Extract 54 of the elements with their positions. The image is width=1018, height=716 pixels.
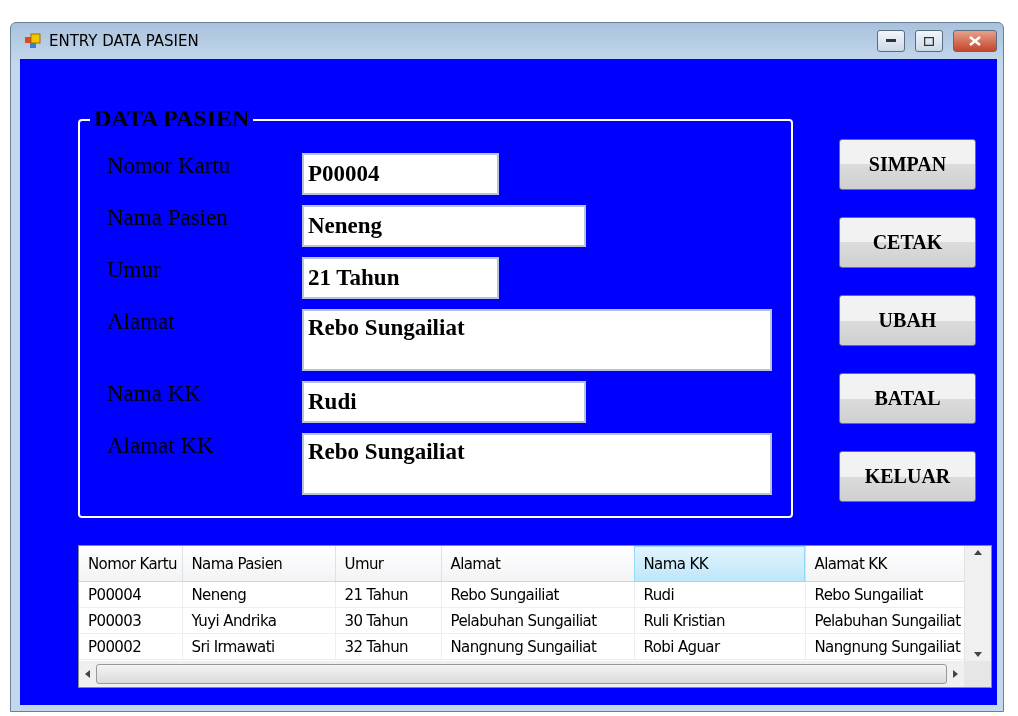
input-field[interactable]: Rebo Sungailiat — [302, 309, 772, 371]
action-button[interactable]: KELUAR — [839, 451, 976, 502]
scroll-thumb[interactable] — [96, 664, 947, 684]
table-cell: Sri Irmawati — [182, 633, 335, 660]
field-label: Alamat KK — [107, 433, 215, 460]
scroll-down-icon[interactable] — [974, 652, 982, 657]
action-button[interactable]: UBAH — [839, 295, 976, 346]
action-button[interactable]: SIMPAN — [839, 139, 976, 190]
scrollbar-corner — [964, 661, 991, 687]
input-field[interactable]: P00004 — [302, 153, 499, 195]
horizontal-scrollbar[interactable] — [79, 661, 964, 687]
field-label: Nomor Kartu — [107, 153, 232, 180]
table-cell: Nangnung Sungailiat — [441, 633, 634, 660]
table-cell: 32 Tahun — [335, 633, 441, 660]
scroll-up-icon[interactable] — [974, 550, 982, 555]
maximize-icon — [924, 36, 934, 46]
maximize-button[interactable] — [915, 30, 943, 52]
table-cell: P00004 — [79, 581, 182, 608]
input-field[interactable]: Neneng — [302, 205, 586, 247]
column-header[interactable]: Alamat — [441, 546, 634, 582]
input-field[interactable]: 21 Tahun — [302, 257, 499, 299]
minimize-button[interactable] — [877, 30, 905, 52]
table-cell: P00002 — [79, 633, 182, 660]
table-cell: Ruli Kristian — [634, 607, 805, 634]
table-cell: Robi Aguar — [634, 633, 805, 660]
close-button[interactable] — [953, 30, 997, 52]
table-cell: Rudi — [634, 581, 805, 608]
table-cell: Yuyi Andrika — [182, 607, 335, 634]
field-label: Alamat — [107, 309, 176, 336]
window-title: ENTRY DATA PASIEN — [49, 32, 200, 50]
input-field[interactable]: Rebo Sungailiat — [302, 433, 772, 495]
scroll-right-icon[interactable] — [953, 670, 958, 678]
column-header[interactable]: Nama KK — [634, 546, 805, 582]
column-header[interactable]: Umur — [335, 546, 441, 582]
column-header[interactable]: Alamat KK — [805, 546, 964, 582]
scroll-left-icon[interactable] — [85, 670, 90, 678]
action-button[interactable]: BATAL — [839, 373, 976, 424]
table-cell: 21 Tahun — [335, 581, 441, 608]
field-label: Nama Pasien — [107, 205, 229, 232]
close-icon — [969, 36, 981, 46]
app-icon — [25, 33, 41, 49]
table-cell: Neneng — [182, 581, 335, 608]
column-header[interactable]: Nomor Kartu — [79, 546, 182, 582]
table-cell: 30 Tahun — [335, 607, 441, 634]
input-field[interactable]: Rudi — [302, 381, 586, 423]
minimize-icon — [886, 39, 896, 43]
field-label: Umur — [107, 257, 162, 284]
table-cell: P00003 — [79, 607, 182, 634]
action-button[interactable]: CETAK — [839, 217, 976, 268]
table-cell: Rebo Sungailiat — [441, 581, 634, 608]
vertical-scrollbar[interactable] — [964, 546, 991, 661]
table-cell: Pelabuhan Sungailiat — [441, 607, 634, 634]
column-header[interactable]: Nama Pasien — [182, 546, 335, 582]
field-label: Nama KK — [107, 381, 202, 408]
